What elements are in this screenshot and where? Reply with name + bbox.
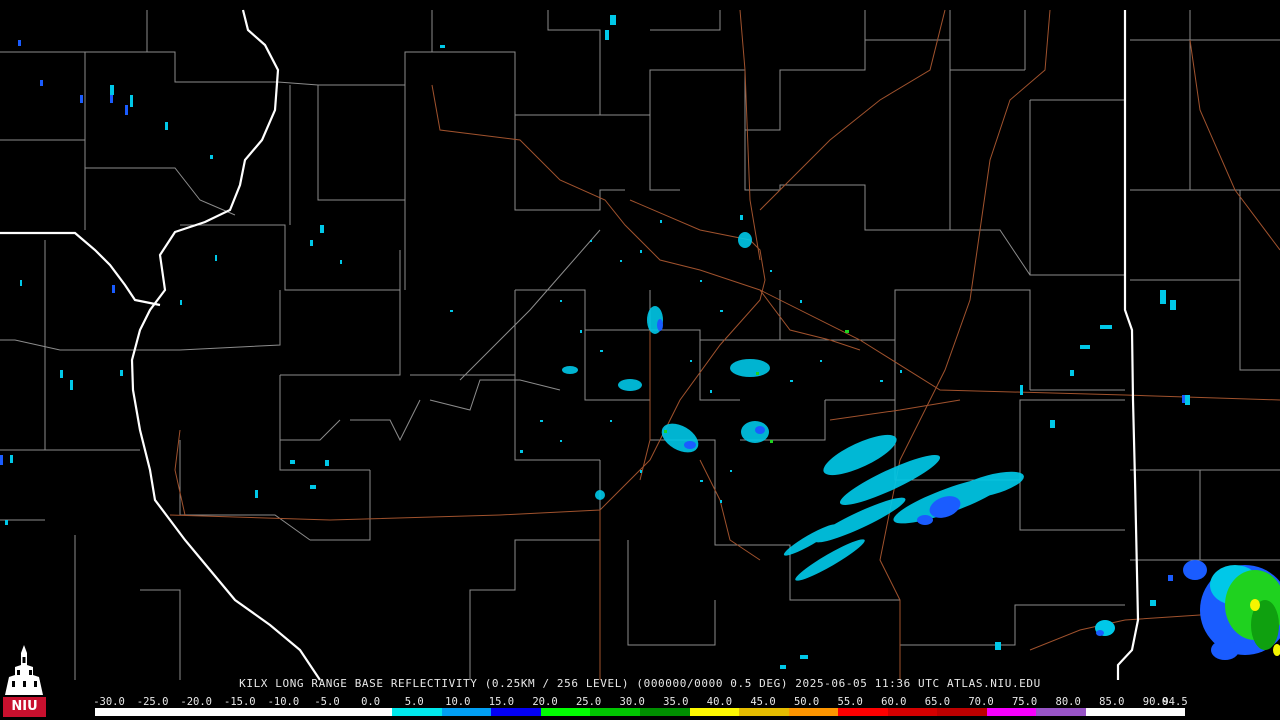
colorbar-segment bbox=[194, 708, 245, 716]
scale-label: 85.0 bbox=[1099, 696, 1125, 708]
scale-label: 50.0 bbox=[793, 696, 820, 708]
scale-label: 5.0 bbox=[404, 696, 424, 708]
colorbar-segment bbox=[540, 708, 591, 716]
reflectivity-colorbar bbox=[95, 708, 1186, 716]
colorbar-segment bbox=[838, 708, 889, 716]
colorbar-segment bbox=[95, 708, 146, 716]
scale-label: 94.5 bbox=[1162, 696, 1188, 708]
colorbar-segment bbox=[1135, 708, 1186, 716]
scale-label: 40.0 bbox=[706, 696, 733, 708]
radar-map bbox=[0, 0, 1280, 720]
colorbar-segment bbox=[937, 708, 988, 716]
product-caption: KILX LONG RANGE BASE REFLECTIVITY (0.25K… bbox=[239, 677, 1041, 690]
scale-label: -30.0 bbox=[93, 696, 125, 708]
colorbar-segment bbox=[739, 708, 790, 716]
scale-label: 35.0 bbox=[663, 696, 689, 708]
scale-label: 20.0 bbox=[532, 696, 558, 708]
scale-label: 15.0 bbox=[488, 696, 515, 708]
colorbar-segment bbox=[590, 708, 641, 716]
scale-label: 65.0 bbox=[924, 696, 951, 708]
colorbar-segment bbox=[689, 708, 740, 716]
scale-label: 25.0 bbox=[575, 696, 602, 708]
colorbar-segment bbox=[986, 708, 1037, 716]
scale-label: 60.0 bbox=[881, 696, 907, 708]
colorbar-segment bbox=[788, 708, 839, 716]
scale-label: 0.0 bbox=[361, 696, 381, 708]
scale-label: 70.0 bbox=[968, 696, 994, 708]
colorbar-segment bbox=[392, 708, 443, 716]
scale-label: -20.0 bbox=[180, 696, 212, 708]
scale-label: -10.0 bbox=[267, 696, 300, 708]
reflectivity-scale-labels: -30.0 -25.0 -20.0 -15.0 -10.0 -5.0 0.0 5.0 10.0 1… bbox=[93, 696, 1188, 708]
scale-label: -5.0 bbox=[314, 696, 340, 708]
scale-label: -25.0 bbox=[136, 696, 169, 708]
colorbar-segment bbox=[491, 708, 542, 716]
niu-logo-text: NIU bbox=[11, 699, 38, 714]
scale-label: -15.0 bbox=[223, 696, 256, 708]
colorbar-segment bbox=[887, 708, 938, 716]
colorbar-segment bbox=[144, 708, 195, 716]
colorbar-segment bbox=[1036, 708, 1087, 716]
colorbar-segment bbox=[1085, 708, 1136, 716]
colorbar-segment bbox=[243, 708, 294, 716]
scale-label: 10.0 bbox=[445, 696, 471, 708]
colorbar-segment bbox=[342, 708, 393, 716]
colorbar-segment bbox=[441, 708, 492, 716]
colorbar-segment bbox=[293, 708, 344, 716]
scale-label: 75.0 bbox=[1011, 696, 1038, 708]
scale-label: 30.0 bbox=[619, 696, 645, 708]
scale-label: 45.0 bbox=[750, 696, 776, 708]
colorbar-segment bbox=[640, 708, 691, 716]
scale-label: 55.0 bbox=[837, 696, 863, 708]
scale-label: 80.0 bbox=[1055, 696, 1081, 708]
